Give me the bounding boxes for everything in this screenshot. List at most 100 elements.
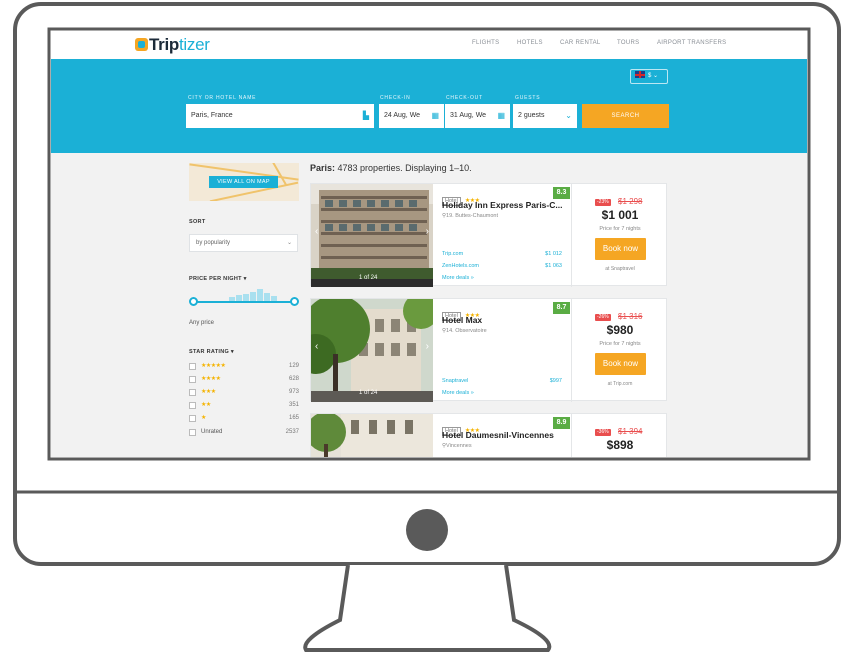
top-navigation: Triptizer FLIGHTS HOTELS CAR RENTAL TOUR… <box>51 31 807 59</box>
star-count: 628 <box>288 376 299 382</box>
hotel-card[interactable]: ‹ › 1 of 24 Hotel ★★★ 8.3 Holiday Inn Exp… <box>310 183 667 287</box>
book-now-button[interactable]: Book now <box>595 353 646 375</box>
location-text: Vincennes <box>446 443 472 449</box>
guests-label: GUESTS <box>515 95 541 101</box>
checkout-input-value: 31 Aug, We <box>450 112 487 119</box>
star-count: 2537 <box>285 429 299 435</box>
star-filter-5[interactable]: ★★★★★ 129 <box>189 363 299 372</box>
more-deals-link[interactable]: More deals » <box>442 275 474 281</box>
more-deals-link[interactable]: More deals » <box>442 390 474 396</box>
sort-select[interactable]: by popularity ⌄ <box>189 234 298 252</box>
nav-hotels[interactable]: HOTELS <box>517 40 543 46</box>
star-filter-2[interactable]: ★★ 351 <box>189 402 299 411</box>
checkbox[interactable] <box>189 389 196 396</box>
four-stars-icon: ★★★★ <box>201 376 221 382</box>
caret-down-icon: ▾ <box>230 349 234 355</box>
sort-label: SORT <box>189 219 206 225</box>
chevron-right-icon[interactable]: › <box>426 226 429 237</box>
deal-price: $997 <box>549 378 562 384</box>
deal-row[interactable]: Trip.com $1 012 <box>442 251 566 257</box>
nav-flights[interactable]: FLIGHTS <box>472 40 499 46</box>
deal-row[interactable]: Snaptravel $997 <box>442 378 566 384</box>
chevron-right-icon[interactable]: › <box>426 341 429 352</box>
deal-site: Snaptravel <box>442 378 469 384</box>
chevron-down-icon: ⌄ <box>653 73 659 79</box>
discount-badge: -26% <box>595 314 611 321</box>
hotel-location: ⚲14. Observatoire <box>442 328 487 334</box>
hotel-photo[interactable]: ‹ › 1 of 24 <box>311 299 433 402</box>
star-filter-4[interactable]: ★★★★ 628 <box>189 376 299 385</box>
sort-select-value: by popularity <box>196 240 231 246</box>
hotel-info: Hotel ★★★ 8.9 Hotel Daumesnil-Vincennes ⚲… <box>442 417 570 457</box>
hotel-card[interactable]: Hotel ★★★ 8.9 Hotel Daumesnil-Vincennes ⚲… <box>310 413 667 457</box>
star-rating-label-row[interactable]: STAR RATING ▾ <box>189 349 234 355</box>
price-slider-track[interactable] <box>193 301 295 303</box>
nav-tours[interactable]: TOURS <box>617 40 639 46</box>
hotel-photo[interactable]: ‹ › 1 of 24 <box>311 184 433 287</box>
star-filter-unrated[interactable]: Unrated 2537 <box>189 429 299 438</box>
checkin-label: CHECK-IN <box>380 95 411 101</box>
booking-source: at Trip.com <box>607 381 633 387</box>
results-count: 4783 properties. Displaying 1–10. <box>337 163 472 173</box>
checkbox[interactable] <box>189 402 196 409</box>
hotel-location: ⚲Vincennes <box>442 443 472 449</box>
logo-text-accent: tizer <box>178 35 210 54</box>
hotel-photo[interactable] <box>311 414 433 457</box>
current-price: $1 001 <box>601 208 639 222</box>
two-stars-icon: ★★ <box>201 402 211 408</box>
price-note: Price for 7 nights <box>599 226 641 232</box>
hotel-name[interactable]: Hotel Max <box>442 315 566 325</box>
city-input[interactable]: Paris, France ▙ <box>186 104 374 128</box>
checkbox[interactable] <box>189 376 196 383</box>
uk-flag-icon <box>635 71 645 78</box>
price-box: -23% $1 298 $1 001 Price for 7 nights Bo… <box>573 184 667 287</box>
location-text: 19. Buttes-Chaumont <box>446 213 499 219</box>
checkbox[interactable] <box>189 363 196 370</box>
three-stars-icon: ★★★ <box>201 389 216 395</box>
deal-price: $1 063 <box>545 263 562 269</box>
star-rating-label: STAR RATING <box>189 349 230 355</box>
currency-selector[interactable]: $ ⌄ <box>630 69 668 84</box>
old-price: $1 316 <box>618 312 643 321</box>
hotel-location: ⚲19. Buttes-Chaumont <box>442 213 498 219</box>
checkout-input[interactable]: 31 Aug, We ▦ <box>445 104 510 128</box>
star-filter-3[interactable]: ★★★ 973 <box>189 389 299 398</box>
price-histogram <box>229 281 279 301</box>
city-input-value: Paris, France <box>191 112 233 119</box>
deal-row[interactable]: ZenHotels.com $1 063 <box>442 263 566 269</box>
view-all-on-map-button[interactable]: VIEW ALL ON MAP <box>209 176 278 188</box>
old-price: $1 394 <box>618 427 643 436</box>
logo[interactable]: Triptizer <box>135 35 210 55</box>
star-filter-1[interactable]: ★ 165 <box>189 415 299 424</box>
checkbox[interactable] <box>189 415 196 422</box>
book-now-button[interactable]: Book now <box>595 238 646 260</box>
unrated-label: Unrated <box>201 429 223 435</box>
deal-price: $1 012 <box>545 251 562 257</box>
results-summary: Paris: 4783 properties. Displaying 1–10. <box>310 163 472 173</box>
divider <box>571 299 572 402</box>
search-band: $ ⌄ CITY OR HOTEL NAME CHECK-IN CHECK-OU… <box>51 59 807 153</box>
chevron-left-icon[interactable]: ‹ <box>315 341 318 352</box>
price-note: Price for 7 nights <box>599 341 641 347</box>
hotel-name[interactable]: Holiday Inn Express Paris-C... <box>442 200 566 210</box>
checkin-input[interactable]: 24 Aug, We ▦ <box>379 104 444 128</box>
hotel-card[interactable]: ‹ › 1 of 24 Hotel ★★★ 8.7 Hotel Max ⚲14. … <box>310 298 667 402</box>
hotel-name[interactable]: Hotel Daumesnil-Vincennes <box>442 430 566 440</box>
price-range-value: Any price <box>189 320 215 326</box>
guests-select[interactable]: 2 guests ⌄ <box>513 104 577 128</box>
chevron-down-icon: ⌄ <box>286 240 292 246</box>
search-button[interactable]: SEARCH <box>582 104 669 128</box>
city-label: CITY OR HOTEL NAME <box>188 95 257 101</box>
price-slider-max-handle[interactable] <box>290 297 299 306</box>
divider <box>571 184 572 287</box>
nav-car-rental[interactable]: CAR RENTAL <box>560 40 601 46</box>
nav-airport-transfers[interactable]: AIRPORT TRANSFERS <box>657 40 726 46</box>
map-preview[interactable]: VIEW ALL ON MAP <box>189 163 299 201</box>
old-price: $1 298 <box>618 197 643 206</box>
chevron-left-icon[interactable]: ‹ <box>315 226 318 237</box>
calendar-icon: ▦ <box>431 111 439 120</box>
price-slider-min-handle[interactable] <box>189 297 198 306</box>
checkbox[interactable] <box>189 429 196 436</box>
price-box: -26% $1 316 $980 Price for 7 nights Book… <box>573 299 667 402</box>
deal-site: Trip.com <box>442 251 464 257</box>
